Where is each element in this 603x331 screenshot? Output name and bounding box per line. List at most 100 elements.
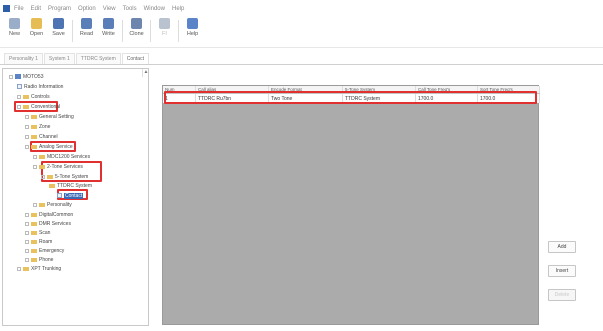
expand-icon[interactable]	[17, 94, 21, 99]
tree-item-moto53[interactable]: MOTO53	[9, 73, 43, 80]
toolbar-save-button[interactable]: Save	[50, 18, 67, 37]
tree-item-label: MOTO53	[23, 73, 44, 80]
tree-item-scan[interactable]: Scan	[25, 229, 50, 236]
menu-bar: File Edit Program Option View Tools Wind…	[0, 0, 603, 17]
tree-item-5-tone-system[interactable]: 5-Tone System	[41, 173, 88, 180]
expand-icon[interactable]	[25, 134, 29, 139]
delete-button[interactable]: Delete	[548, 289, 576, 301]
tab-ttdrc-system[interactable]: TTDRC System	[75, 53, 121, 64]
tree-item-label: Emergency	[39, 247, 65, 254]
add-button[interactable]: Add	[548, 241, 576, 253]
expand-icon[interactable]	[33, 154, 37, 159]
tree-item-label: Roam	[39, 238, 53, 245]
folder-icon	[31, 248, 37, 253]
tree-item-mdc1200-services[interactable]: MDC1200 Services	[33, 153, 90, 160]
toolbar-open-button[interactable]: Open	[28, 18, 45, 37]
tree-scroll-up-icon[interactable]: ▲	[142, 69, 148, 77]
menu-view[interactable]: View	[103, 6, 116, 12]
tree-item-label: DigitalCommon	[39, 211, 74, 218]
expand-icon[interactable]	[25, 230, 29, 235]
menu-edit[interactable]: Edit	[31, 6, 41, 12]
toolbar-write-button[interactable]: Write	[100, 18, 117, 37]
firmware-icon	[159, 18, 170, 29]
tree-item-channel[interactable]: Channel	[25, 133, 58, 140]
menu-tools[interactable]: Tools	[123, 6, 137, 12]
menu-window[interactable]: Window	[144, 6, 165, 12]
toolbar-label: Write	[102, 31, 115, 37]
tree-item-digitalcommon[interactable]: DigitalCommon	[25, 211, 73, 218]
navigation-tree[interactable]: ▲ MOTO53 Radio Information Controls Convent…	[2, 68, 149, 326]
tree-item-label: Controls	[31, 93, 50, 100]
expand-icon[interactable]	[25, 221, 29, 226]
tree-item-label: Radio Information	[24, 83, 64, 90]
folder-icon	[31, 114, 37, 119]
tree-item-general-setting[interactable]: General Setting	[25, 113, 74, 120]
tree-item-label: DMR Services	[39, 220, 71, 227]
tree-item-zone[interactable]: Zone	[25, 123, 50, 130]
tree-item-emergency[interactable]: Emergency	[25, 247, 64, 254]
menu-file[interactable]: File	[14, 6, 24, 12]
tree-item-phone[interactable]: Phone	[25, 256, 53, 263]
expand-icon[interactable]	[25, 114, 29, 119]
tab-personality[interactable]: Personality 1	[4, 53, 43, 64]
folder-icon	[31, 212, 37, 217]
toolbar-label: FI	[162, 31, 167, 37]
toolbar-fi-button[interactable]: FI	[156, 18, 173, 37]
tree-item-label: Channel	[39, 133, 58, 140]
folder-icon	[31, 134, 37, 139]
tree-item-label: Scan	[39, 229, 51, 236]
tab-contact[interactable]: Contact	[121, 53, 149, 64]
folder-icon	[49, 183, 55, 188]
open-folder-icon	[31, 18, 42, 29]
expand-icon[interactable]	[9, 74, 13, 79]
highlight-contact-row	[164, 91, 537, 104]
toolbar-read-button[interactable]: Read	[78, 18, 95, 37]
menu-help[interactable]: Help	[172, 6, 184, 12]
expand-icon[interactable]	[41, 174, 45, 179]
expand-icon[interactable]	[25, 248, 29, 253]
radio-icon	[15, 74, 21, 79]
expand-icon[interactable]	[33, 202, 37, 207]
tree-item-dmr-services[interactable]: DMR Services	[25, 220, 71, 227]
folder-icon	[47, 174, 53, 179]
tree-item-conventional[interactable]: Conventional	[17, 103, 60, 110]
toolbar-separator	[122, 20, 123, 42]
tree-item-radio-information[interactable]: Radio Information	[17, 83, 63, 90]
tree-item-label: XPT Trunking	[31, 265, 62, 272]
menu-option[interactable]: Option	[78, 6, 96, 12]
toolbar-separator	[178, 20, 179, 42]
expand-icon[interactable]	[25, 144, 29, 149]
toolbar-new-button[interactable]: New	[6, 18, 23, 37]
tab-system[interactable]: System 1	[43, 53, 75, 64]
toolbar-help-button[interactable]: Help	[184, 18, 201, 37]
expand-icon[interactable]	[25, 257, 29, 262]
clone-icon	[131, 18, 142, 29]
menu-program[interactable]: Program	[48, 6, 71, 12]
folder-icon	[31, 257, 37, 262]
tree-item-controls[interactable]: Controls	[17, 93, 50, 100]
tree-item-xpt-trunking[interactable]: XPT Trunking	[17, 265, 61, 272]
toolbar-label: Save	[52, 31, 65, 37]
expand-icon[interactable]	[33, 164, 37, 169]
expand-icon[interactable]	[25, 212, 29, 217]
expand-icon[interactable]	[25, 239, 29, 244]
expand-icon[interactable]	[17, 266, 21, 271]
tree-item-contact[interactable]: Contact	[57, 192, 84, 199]
folder-icon	[31, 230, 37, 235]
tree-item-label: Analog Service	[39, 143, 73, 150]
tree-item-label: Personality	[47, 201, 72, 208]
tree-item-roam[interactable]: Roam	[25, 238, 52, 245]
toolbar-label: Help	[186, 31, 199, 37]
save-icon	[53, 18, 64, 29]
tree-item-label: 2-Tone Services	[47, 163, 83, 170]
tree-item-label: Contact	[64, 192, 84, 199]
folder-icon	[39, 202, 45, 207]
insert-button[interactable]: Insert	[548, 265, 576, 277]
toolbar-clone-button[interactable]: Clone	[128, 18, 145, 37]
tree-item-ttdrc-system[interactable]: TTDRC System	[49, 182, 92, 189]
expand-icon[interactable]	[17, 104, 21, 109]
tree-item-2-tone-services[interactable]: 2-Tone Services	[33, 163, 83, 170]
tree-item-personality[interactable]: Personality	[33, 201, 72, 208]
tree-item-analog-service[interactable]: Analog Service	[25, 143, 73, 150]
expand-icon[interactable]	[25, 124, 29, 129]
